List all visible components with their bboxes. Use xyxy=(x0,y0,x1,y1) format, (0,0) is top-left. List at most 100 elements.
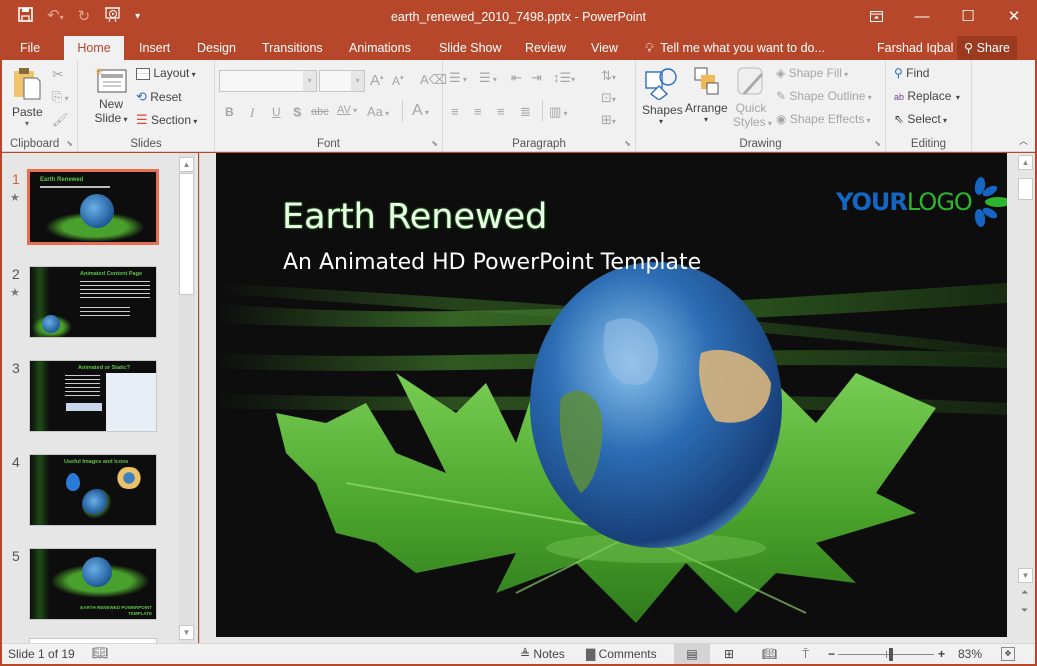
thumbnail-image: Animated Content Page xyxy=(29,266,157,338)
section-button[interactable]: ☰ Section ▾ xyxy=(136,112,197,128)
scrollbar-thumb[interactable] xyxy=(1018,178,1033,200)
scroll-up-icon[interactable]: ▲ xyxy=(179,157,194,172)
tab-slide-show[interactable]: Slide Show xyxy=(429,36,512,60)
spell-check-icon[interactable]: 📖︎ xyxy=(92,645,109,661)
slide-subtitle[interactable]: An Animated HD PowerPoint Template xyxy=(283,250,701,275)
increase-font-size-icon[interactable]: A▴ xyxy=(370,72,384,89)
copy-icon[interactable]: ⎘ ▾ xyxy=(52,89,69,105)
normal-view-icon[interactable]: ▤ xyxy=(674,644,710,664)
arrange-button[interactable]: Arrange ▾ xyxy=(685,66,728,124)
drawing-launcher-icon[interactable]: ⬊ xyxy=(874,139,881,148)
zoom-level[interactable]: 83% xyxy=(958,647,982,661)
increase-indent-icon[interactable]: ⇥ xyxy=(531,70,542,86)
zoom-in-icon[interactable]: + xyxy=(938,647,945,661)
bullets-icon[interactable]: ☰ ▾ xyxy=(449,70,467,86)
numbering-icon[interactable]: ☰ ▾ xyxy=(479,70,497,86)
text-direction-icon[interactable]: ⇅▾ xyxy=(601,68,616,84)
share-button[interactable]: ⚲ Share xyxy=(957,36,1017,60)
format-painter-icon[interactable]: 🖌︎ xyxy=(52,112,69,128)
new-slide-button[interactable]: ✳ New Slide ▾ xyxy=(94,66,128,125)
align-text-icon[interactable]: ⊡▾ xyxy=(601,90,616,106)
slide-canvas[interactable]: Earth Renewed An Animated HD PowerPoint … xyxy=(216,153,1007,637)
slide-title[interactable]: Earth Renewed xyxy=(282,197,547,237)
paste-button[interactable]: Paste ▾ xyxy=(12,66,43,128)
tab-home[interactable]: Home xyxy=(64,36,124,60)
decrease-indent-icon[interactable]: ⇤ xyxy=(511,70,522,86)
decrease-font-size-icon[interactable]: A▾ xyxy=(392,74,404,88)
columns-icon[interactable]: ▥ ▾ xyxy=(549,104,568,120)
italic-button[interactable]: I xyxy=(250,105,254,121)
shape-effects-button[interactable]: ◉ Shape Effects ▾ xyxy=(776,112,871,126)
reading-view-icon[interactable]: 📖︎ xyxy=(762,647,777,661)
cut-icon[interactable]: ✂ xyxy=(52,66,64,83)
close-icon[interactable]: ✕ xyxy=(991,0,1037,32)
scrollbar-thumb[interactable] xyxy=(179,173,194,295)
tab-transitions[interactable]: Transitions xyxy=(252,36,333,60)
zoom-out-icon[interactable]: − xyxy=(828,647,835,661)
select-button[interactable]: ⇖ Select ▾ xyxy=(894,112,947,126)
section-label: Section xyxy=(151,113,192,127)
next-slide-icon[interactable]: ⏷ xyxy=(1021,605,1028,616)
underline-button[interactable]: U xyxy=(272,105,281,119)
shapes-button[interactable]: Shapes ▾ xyxy=(642,66,683,126)
clipboard-launcher-icon[interactable]: ⬊ xyxy=(66,139,73,148)
font-color-button[interactable]: A ▾ xyxy=(412,102,429,120)
ribbon-display-icon[interactable] xyxy=(853,0,899,32)
tab-view[interactable]: View xyxy=(581,36,628,60)
tab-file[interactable]: File xyxy=(10,36,50,60)
paragraph-launcher-icon[interactable]: ⬊ xyxy=(624,139,631,148)
font-name-combobox[interactable]: ▾ xyxy=(219,70,317,92)
minimize-icon[interactable]: — xyxy=(899,0,945,32)
smartart-icon[interactable]: ⊞▾ xyxy=(601,112,616,128)
notes-button[interactable]: ≜ Notes xyxy=(520,647,565,661)
quick-styles-button[interactable]: Quick Styles ▾ xyxy=(733,66,772,129)
thumbnail-image: Useful Images and Icons xyxy=(29,454,157,526)
comments-button[interactable]: ▇ Comments xyxy=(586,647,657,661)
font-size-combobox[interactable]: ▾ xyxy=(319,70,365,92)
slides-pane-scrollbar[interactable]: ▲ ▼ xyxy=(179,153,195,643)
tab-review[interactable]: Review xyxy=(515,36,576,60)
shape-effects-icon: ◉ xyxy=(776,112,787,126)
change-case-button[interactable]: Aa ▾ xyxy=(367,104,389,119)
chevron-down-icon: ▾ xyxy=(351,71,364,91)
collapse-ribbon-icon[interactable]: ︿ xyxy=(1019,134,1028,147)
font-group: ▾ ▾ A▴ A▾ A⌫ B I U S abc AV ▾ Aa ▾ A ▾ F… xyxy=(215,60,447,152)
replace-button[interactable]: ab Replace ▾ xyxy=(894,89,960,103)
find-button[interactable]: ⚲ Find xyxy=(894,66,929,80)
scroll-up-icon[interactable]: ▲ xyxy=(1018,155,1033,170)
align-left-icon[interactable]: ≡ xyxy=(451,104,459,119)
logo[interactable]: YOUR LOGO xyxy=(836,177,1007,227)
tell-me-box[interactable]: 💡︎ Tell me what you want to do... xyxy=(645,36,825,60)
justify-icon[interactable]: ≣ xyxy=(520,104,531,120)
character-spacing-button[interactable]: AV ▾ xyxy=(337,104,357,116)
strikethrough-button[interactable]: abc xyxy=(311,106,329,118)
shape-fill-button[interactable]: ◈ Shape Fill ▾ xyxy=(776,66,848,80)
shape-outline-button[interactable]: ✎ Shape Outline ▾ xyxy=(776,89,872,103)
scroll-down-icon[interactable]: ▼ xyxy=(1018,568,1033,583)
font-launcher-icon[interactable]: ⬊ xyxy=(431,139,438,148)
fit-slide-icon[interactable]: ✥ xyxy=(1001,647,1015,661)
share-label: Share xyxy=(976,41,1010,55)
notes-icon: ≜ xyxy=(520,647,531,661)
user-name[interactable]: Farshad Iqbal xyxy=(877,36,953,60)
new-slide-label-2: Slide ▾ xyxy=(94,111,128,125)
text-shadow-button[interactable]: S xyxy=(293,105,301,119)
zoom-slider-thumb[interactable] xyxy=(888,648,893,661)
maximize-icon[interactable]: ☐ xyxy=(945,0,991,32)
slide-scrollbar[interactable]: ▲ ▼ ⏶ ⏷ xyxy=(1017,153,1035,643)
align-right-icon[interactable]: ≡ xyxy=(497,104,505,119)
tab-animations[interactable]: Animations xyxy=(339,36,421,60)
bold-button[interactable]: B xyxy=(225,105,234,119)
reset-button[interactable]: ⟲ Reset xyxy=(136,89,182,105)
zoom-slider[interactable] xyxy=(838,648,934,661)
tab-design[interactable]: Design xyxy=(187,36,246,60)
layout-button[interactable]: Layout ▾ xyxy=(136,66,196,80)
quick-styles-icon xyxy=(737,67,764,96)
slide-show-icon[interactable]: ⍑ xyxy=(802,647,809,662)
tab-insert[interactable]: Insert xyxy=(129,36,180,60)
align-center-icon[interactable]: ≡ xyxy=(474,104,482,119)
previous-slide-icon[interactable]: ⏶ xyxy=(1021,587,1028,598)
slide-sorter-icon[interactable]: ⊞ xyxy=(724,647,734,661)
line-spacing-icon[interactable]: ↕☰▾ xyxy=(553,70,575,86)
scroll-down-icon[interactable]: ▼ xyxy=(179,625,194,640)
